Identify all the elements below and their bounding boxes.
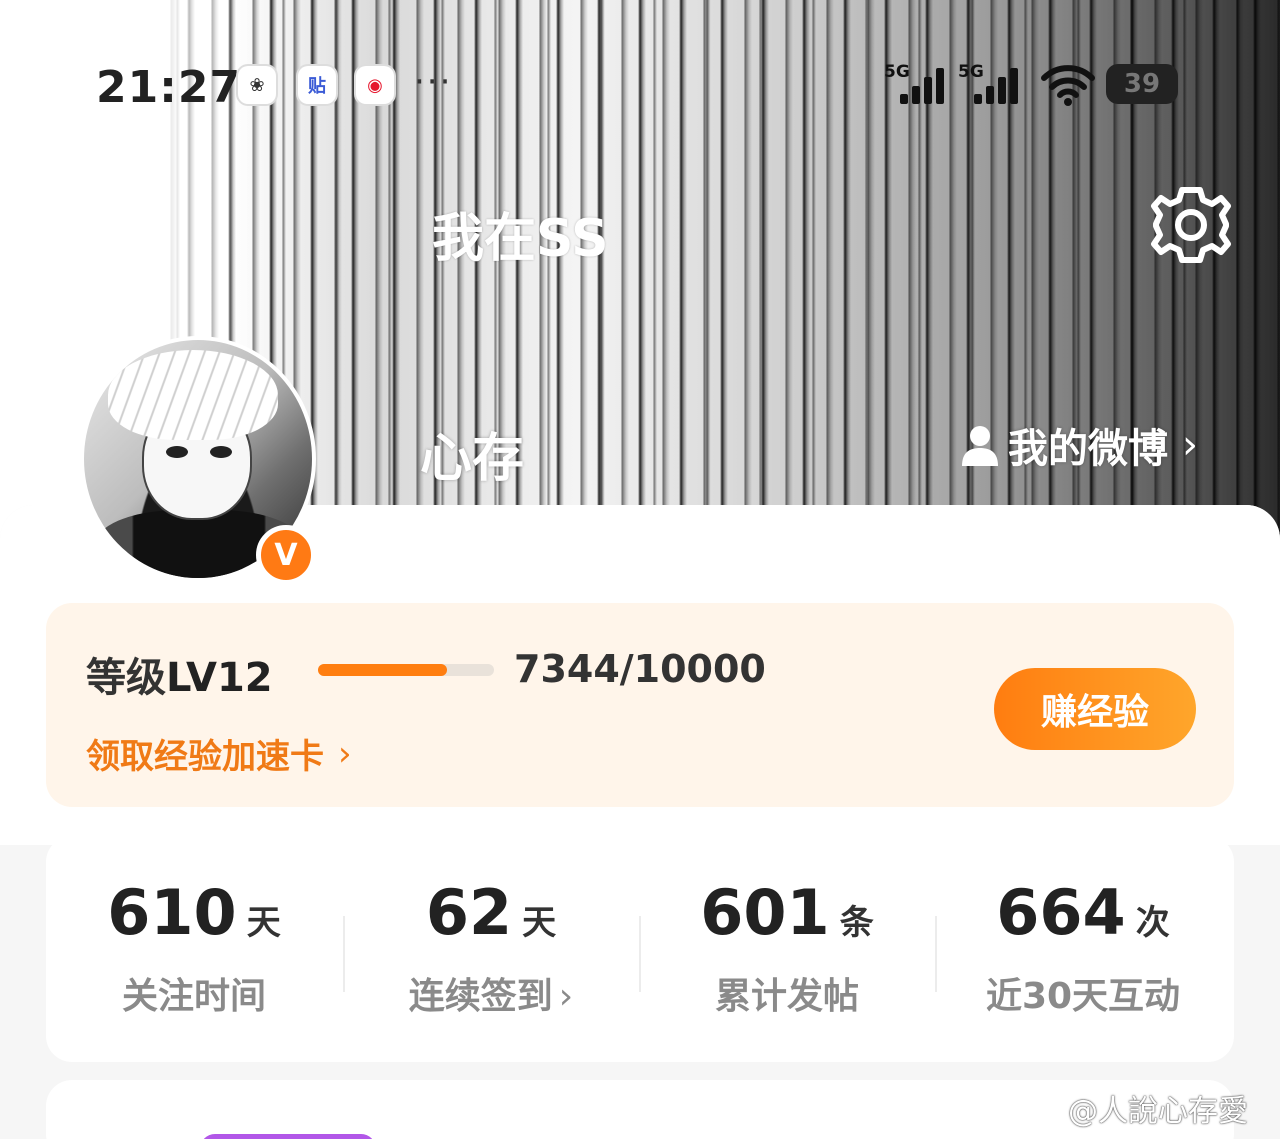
weibo-app-icon: ◉	[356, 66, 394, 104]
weibo-logo-icon	[1018, 1093, 1061, 1125]
stat-label-text: 关注时间	[121, 976, 266, 1017]
stat-unit: 条	[839, 903, 874, 943]
level-card: 等级LV12 7344/10000 领取经验加速卡 › 赚经验	[46, 603, 1234, 807]
exp-progress-bar	[318, 664, 494, 676]
network-type-label: 5G	[884, 62, 910, 82]
stat-label: 关注时间	[46, 967, 342, 1019]
network-type-label: 5G	[958, 62, 984, 82]
tieba-app-icon: 贴	[298, 66, 336, 104]
status-time: 21:27	[96, 62, 242, 113]
stats-card: 610 天 关注时间 62 天 连续签到 › 601 条 累计发帖 664 次 近30天互…	[46, 836, 1234, 1062]
stat-unit: 天	[522, 903, 557, 943]
level-value: LV12	[166, 655, 273, 701]
chevron-right-icon: ›	[558, 976, 574, 1017]
stat-number: 62	[425, 876, 513, 949]
stat-label-text: 累计发帖	[714, 976, 859, 1017]
more-notifications-icon: ···	[414, 62, 453, 102]
cellular-signal-icon: 5G	[884, 62, 944, 106]
level-label: 等级LV12	[86, 645, 273, 703]
user-name[interactable]: 心存	[420, 416, 524, 491]
earn-exp-button[interactable]: 赚经验	[994, 668, 1196, 750]
exp-progress-fill	[318, 664, 448, 676]
avatar-eye	[166, 446, 188, 458]
my-weibo-label: 我的微博	[1008, 426, 1168, 472]
stat-label: 累计发帖	[639, 967, 935, 1019]
wifi-icon	[1041, 65, 1095, 106]
exp-boost-label: 领取经验加速卡	[86, 737, 324, 777]
gear-icon[interactable]	[1148, 182, 1234, 268]
stat-number: 664	[996, 876, 1126, 949]
stat-label: 近30天互动	[935, 967, 1231, 1019]
stat-interactions[interactable]: 664 次 近30天互动	[935, 876, 1231, 1019]
stat-value: 62 天	[343, 876, 639, 949]
purple-tag	[200, 1134, 376, 1139]
stat-number: 610	[107, 876, 237, 949]
stat-value: 610 天	[46, 876, 342, 949]
stat-label: 连续签到 ›	[343, 967, 639, 1019]
avatar-hair	[108, 350, 278, 440]
person-icon	[962, 426, 998, 466]
battery-indicator: 39	[1106, 64, 1178, 104]
stat-unit: 天	[246, 903, 281, 943]
exp-value: 7344/10000	[514, 647, 766, 691]
my-weibo-link[interactable]: 我的微博 ›	[960, 416, 1198, 474]
stat-label-text: 近30天互动	[985, 976, 1181, 1017]
stat-value: 601 条	[639, 876, 935, 949]
stat-number: 601	[700, 876, 830, 949]
avatar-eye	[210, 446, 232, 458]
level-label-prefix: 等级	[86, 655, 166, 701]
vip-badge: V	[256, 525, 316, 585]
watermark: @人說心存愛	[1018, 1086, 1248, 1130]
stat-follow-time[interactable]: 610 天 关注时间	[46, 876, 342, 1019]
exp-boost-link[interactable]: 领取经验加速卡 ›	[86, 729, 352, 778]
flower-app-icon: ❀	[238, 66, 276, 104]
chevron-right-icon: ›	[338, 733, 352, 774]
cellular-signal-icon: 5G	[958, 62, 1018, 106]
stat-label-text: 连续签到	[408, 976, 553, 1017]
stat-unit: 次	[1135, 903, 1170, 943]
banner-title: 我在SS	[432, 209, 609, 269]
stat-total-posts[interactable]: 601 条 累计发帖	[639, 876, 935, 1019]
chevron-right-icon: ›	[1182, 422, 1198, 468]
stat-checkin-streak[interactable]: 62 天 连续签到 ›	[343, 876, 639, 1019]
watermark-text: @人說心存愛	[1068, 1094, 1248, 1129]
stat-value: 664 次	[935, 876, 1231, 949]
